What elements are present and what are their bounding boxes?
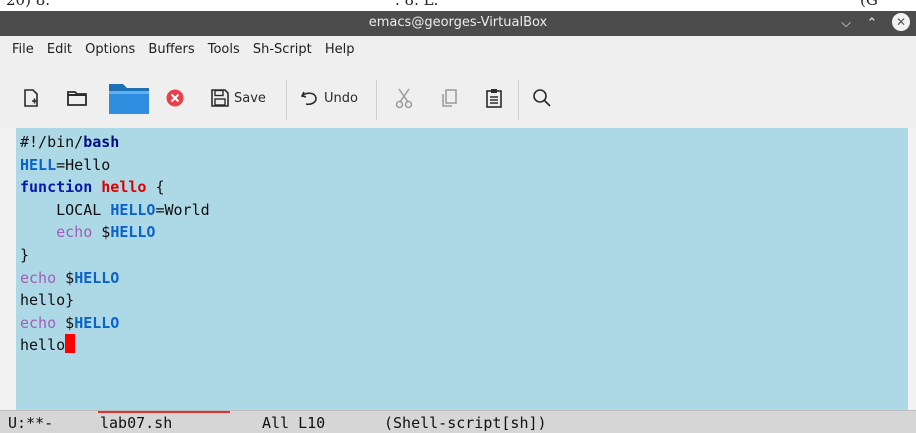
builtin-echo: echo	[20, 268, 57, 287]
code-text-segment: hello	[20, 336, 66, 355]
left-fringe	[0, 128, 16, 410]
chevron-down-icon: ⌵	[841, 16, 851, 31]
window-title-bar[interactable]: emacs@georges-VirtualBox ⌵ ⌃ ✕	[0, 11, 916, 36]
menu-help[interactable]: Help	[321, 36, 359, 57]
folder-icon	[109, 84, 149, 114]
code-text-segment: $	[92, 223, 111, 242]
code-text-segment	[92, 178, 101, 196]
undo-label: Undo	[324, 90, 358, 106]
builtin-echo: echo	[56, 223, 93, 242]
menu-sh-script[interactable]: Sh-Script	[249, 36, 316, 57]
open-folder-button[interactable]	[108, 78, 150, 118]
menu-buffers[interactable]: Buffers	[144, 36, 198, 57]
minimize-button[interactable]: ⌵	[836, 14, 856, 33]
menu-file[interactable]: File	[8, 36, 38, 57]
variable-name: HELL	[20, 155, 57, 174]
code-text-segment: =World	[155, 200, 210, 219]
code-line: echo $HELLO	[20, 267, 210, 290]
buffer-name-underline	[98, 411, 230, 413]
right-fringe	[908, 128, 916, 410]
variable-name: HELLO	[74, 268, 120, 287]
code-text-segment: }	[20, 245, 30, 264]
editor-pane[interactable]: #!/bin/bash HELL=Hello function hello { LO…	[0, 128, 916, 410]
copy-button[interactable]	[440, 84, 458, 112]
variable-name: HELLO	[110, 223, 156, 242]
code-line: echo $HELLO	[20, 221, 210, 244]
window-title: emacs@georges-VirtualBox	[368, 15, 548, 30]
background-document-strip: 20) 8. . 8. L. (G	[0, 0, 916, 11]
code-text-segment: =Hello	[56, 155, 111, 174]
new-file-button[interactable]	[22, 84, 40, 112]
cut-icon	[395, 88, 413, 109]
close-window-button[interactable]: ✕	[892, 13, 910, 31]
modeline-status: U:**-	[8, 414, 54, 432]
code-text-segment: $	[56, 268, 75, 287]
code-text-segment	[20, 223, 56, 241]
code-text-segment: {	[146, 178, 165, 197]
menu-edit[interactable]: Edit	[43, 36, 76, 57]
save-button[interactable]: Save	[210, 84, 266, 112]
close-buffer-icon	[166, 89, 184, 107]
new-file-icon	[24, 89, 38, 107]
maximize-button[interactable]: ⌃	[862, 14, 882, 33]
toolbar: Save Undo	[0, 64, 916, 128]
shebang-text: #!/bin/	[20, 133, 84, 151]
variable-name: HELLO	[74, 313, 120, 332]
undo-icon	[300, 91, 317, 106]
code-line: echo $HELLO	[20, 312, 210, 335]
menu-options[interactable]: Options	[81, 36, 139, 57]
open-directory-button[interactable]	[66, 84, 88, 112]
mode-line[interactable]: U:**- lab07.sh All L10 (Shell-script[sh]…	[0, 410, 916, 433]
paste-button[interactable]	[485, 84, 503, 112]
background-text-right: (G	[860, 0, 878, 9]
save-icon	[211, 89, 229, 107]
undo-button[interactable]: Undo	[300, 84, 358, 112]
kill-buffer-button[interactable]	[166, 84, 184, 112]
function-name: hello	[101, 178, 147, 197]
toolbar-divider	[286, 80, 287, 120]
close-icon: ✕	[895, 15, 907, 29]
code-line: LOCAL HELLO=World	[20, 199, 210, 222]
modeline-buffer-name[interactable]: lab07.sh	[100, 414, 172, 432]
modeline-position: All L10	[262, 414, 326, 432]
menu-tools[interactable]: Tools	[204, 36, 244, 57]
code-line: hello	[20, 334, 210, 357]
code-line: HELL=Hello	[20, 154, 210, 177]
save-label: Save	[234, 90, 266, 106]
code-text-segment: hello}	[20, 291, 75, 310]
background-text-left: 20) 8.	[6, 0, 51, 9]
code-text-segment: $	[56, 313, 75, 332]
modeline-major-mode[interactable]: (Shell-script[sh])	[384, 414, 547, 432]
code-line: hello}	[20, 289, 210, 312]
keyword-function: function	[20, 178, 93, 197]
copy-icon	[442, 89, 457, 107]
code-line: function hello {	[20, 176, 210, 199]
search-button[interactable]	[532, 84, 552, 112]
toolbar-divider	[518, 80, 519, 120]
paste-icon	[486, 89, 502, 108]
code-text-segment: LOCAL	[20, 200, 111, 219]
code-line: }	[20, 244, 210, 267]
search-icon	[533, 89, 551, 107]
text-cursor	[65, 334, 76, 354]
code-line: #!/bin/bash	[20, 131, 210, 154]
shebang-interpreter: bash	[83, 133, 120, 151]
code-text[interactable]: #!/bin/bash HELL=Hello function hello { LO…	[20, 131, 210, 357]
menu-bar: File Edit Options Buffers Tools Sh-Scrip…	[0, 36, 916, 64]
cut-button[interactable]	[394, 84, 414, 112]
toolbar-divider	[376, 80, 377, 120]
open-file-icon	[67, 91, 87, 106]
chevron-up-icon: ⌃	[866, 16, 878, 31]
builtin-echo: echo	[20, 313, 57, 332]
background-text-middle: . 8. L.	[395, 0, 439, 9]
variable-name: HELLO	[110, 200, 156, 219]
